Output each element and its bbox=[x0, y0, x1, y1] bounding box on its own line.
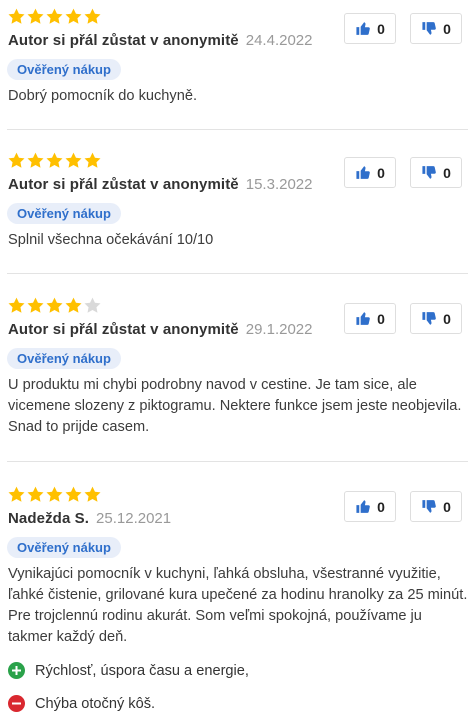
thumbs-up-icon bbox=[356, 166, 370, 179]
con-text: Chýba otočný kôš. bbox=[35, 695, 156, 712]
review-text: Dobrý pomocník do kuchyně. bbox=[8, 88, 198, 104]
dislike-button[interactable]: 0 bbox=[410, 157, 462, 188]
review-author: Autor si přál zůstat v anonymitě bbox=[8, 32, 239, 49]
pro-item: Rýchlosť, úspora času a energie, bbox=[8, 662, 249, 679]
verified-purchase-badge: Ověřený nákup bbox=[7, 203, 121, 224]
verified-purchase-badge: Ověřený nákup bbox=[7, 59, 121, 80]
star-icon bbox=[65, 486, 82, 502]
review-header: Autor si přál zůstat v anonymitě 29.1.202… bbox=[8, 321, 312, 339]
review-header: Autor si přál zůstat v anonymitě 24.4.202… bbox=[8, 32, 312, 50]
star-rating bbox=[8, 152, 101, 168]
like-button[interactable]: 0 bbox=[344, 157, 396, 188]
star-icon bbox=[46, 8, 63, 24]
star-icon bbox=[8, 486, 25, 502]
dislike-button[interactable]: 0 bbox=[410, 13, 462, 44]
like-count: 0 bbox=[377, 498, 385, 515]
review-item: Autor si přál zůstat v anonymitě 15.3.202… bbox=[0, 152, 472, 272]
star-icon bbox=[8, 152, 25, 168]
thumbs-down-icon bbox=[422, 312, 436, 325]
star-icon bbox=[65, 8, 82, 24]
review-author: Autor si přál zůstat v anonymitě bbox=[8, 321, 239, 338]
star-icon bbox=[27, 152, 44, 168]
thumbs-up-icon bbox=[356, 500, 370, 513]
review-item: Autor si přál zůstat v anonymitě 24.4.202… bbox=[0, 8, 472, 128]
review-item: Nadežda S. 25.12.2021 Ověřený nákup Vynik… bbox=[0, 486, 472, 726]
star-icon bbox=[65, 152, 82, 168]
thumbs-down-icon bbox=[422, 500, 436, 513]
review-date: 25.12.2021 bbox=[96, 510, 172, 527]
minus-circle-icon bbox=[8, 695, 25, 712]
thumbs-down-icon bbox=[422, 22, 436, 35]
con-item: Chýba otočný kôš. bbox=[8, 695, 155, 712]
like-button[interactable]: 0 bbox=[344, 491, 396, 522]
review-header: Nadežda S. 25.12.2021 bbox=[8, 510, 171, 528]
thumbs-down-icon bbox=[422, 166, 436, 179]
review-author: Nadežda S. bbox=[8, 510, 90, 527]
review-text: U produktu mi chybi podrobny navod v ces… bbox=[8, 377, 462, 435]
star-icon bbox=[65, 297, 82, 313]
star-rating bbox=[8, 297, 101, 313]
pro-text: Rýchlosť, úspora času a energie, bbox=[35, 662, 249, 679]
review-text: Splnil všechna očekávání 10/10 bbox=[8, 232, 214, 248]
review-text: Vynikajúci pomocník v kuchyni, ľahká obs… bbox=[8, 566, 468, 645]
star-icon bbox=[46, 152, 63, 168]
review-date: 24.4.2022 bbox=[245, 32, 313, 49]
star-icon bbox=[46, 297, 63, 313]
star-rating bbox=[8, 486, 101, 502]
review-date: 15.3.2022 bbox=[245, 176, 313, 193]
dislike-button[interactable]: 0 bbox=[410, 491, 462, 522]
like-button[interactable]: 0 bbox=[344, 303, 396, 334]
like-count: 0 bbox=[377, 20, 385, 37]
review-header: Autor si přál zůstat v anonymitě 15.3.202… bbox=[8, 176, 312, 194]
review-author: Autor si přál zůstat v anonymitě bbox=[8, 176, 239, 193]
review-item: Autor si přál zůstat v anonymitě 29.1.202… bbox=[0, 297, 472, 457]
star-icon bbox=[84, 152, 101, 168]
star-icon bbox=[46, 486, 63, 502]
thumbs-up-icon bbox=[356, 312, 370, 325]
star-icon bbox=[27, 8, 44, 24]
dislike-count: 0 bbox=[443, 310, 451, 327]
like-count: 0 bbox=[377, 164, 385, 181]
like-button[interactable]: 0 bbox=[344, 13, 396, 44]
star-rating bbox=[8, 8, 101, 24]
star-icon bbox=[84, 486, 101, 502]
review-divider bbox=[7, 129, 468, 130]
verified-purchase-badge: Ověřený nákup bbox=[7, 348, 121, 369]
star-icon bbox=[8, 297, 25, 313]
review-divider bbox=[7, 461, 468, 462]
dislike-count: 0 bbox=[443, 498, 451, 515]
star-icon bbox=[27, 486, 44, 502]
thumbs-up-icon bbox=[356, 22, 370, 35]
star-icon bbox=[27, 297, 44, 313]
like-count: 0 bbox=[377, 310, 385, 327]
star-icon bbox=[84, 297, 101, 313]
dislike-count: 0 bbox=[443, 164, 451, 181]
star-icon bbox=[84, 8, 101, 24]
review-date: 29.1.2022 bbox=[245, 321, 313, 338]
review-divider bbox=[7, 273, 468, 274]
star-icon bbox=[8, 8, 25, 24]
dislike-count: 0 bbox=[443, 20, 451, 37]
plus-circle-icon bbox=[8, 662, 25, 679]
dislike-button[interactable]: 0 bbox=[410, 303, 462, 334]
verified-purchase-badge: Ověřený nákup bbox=[7, 537, 121, 558]
